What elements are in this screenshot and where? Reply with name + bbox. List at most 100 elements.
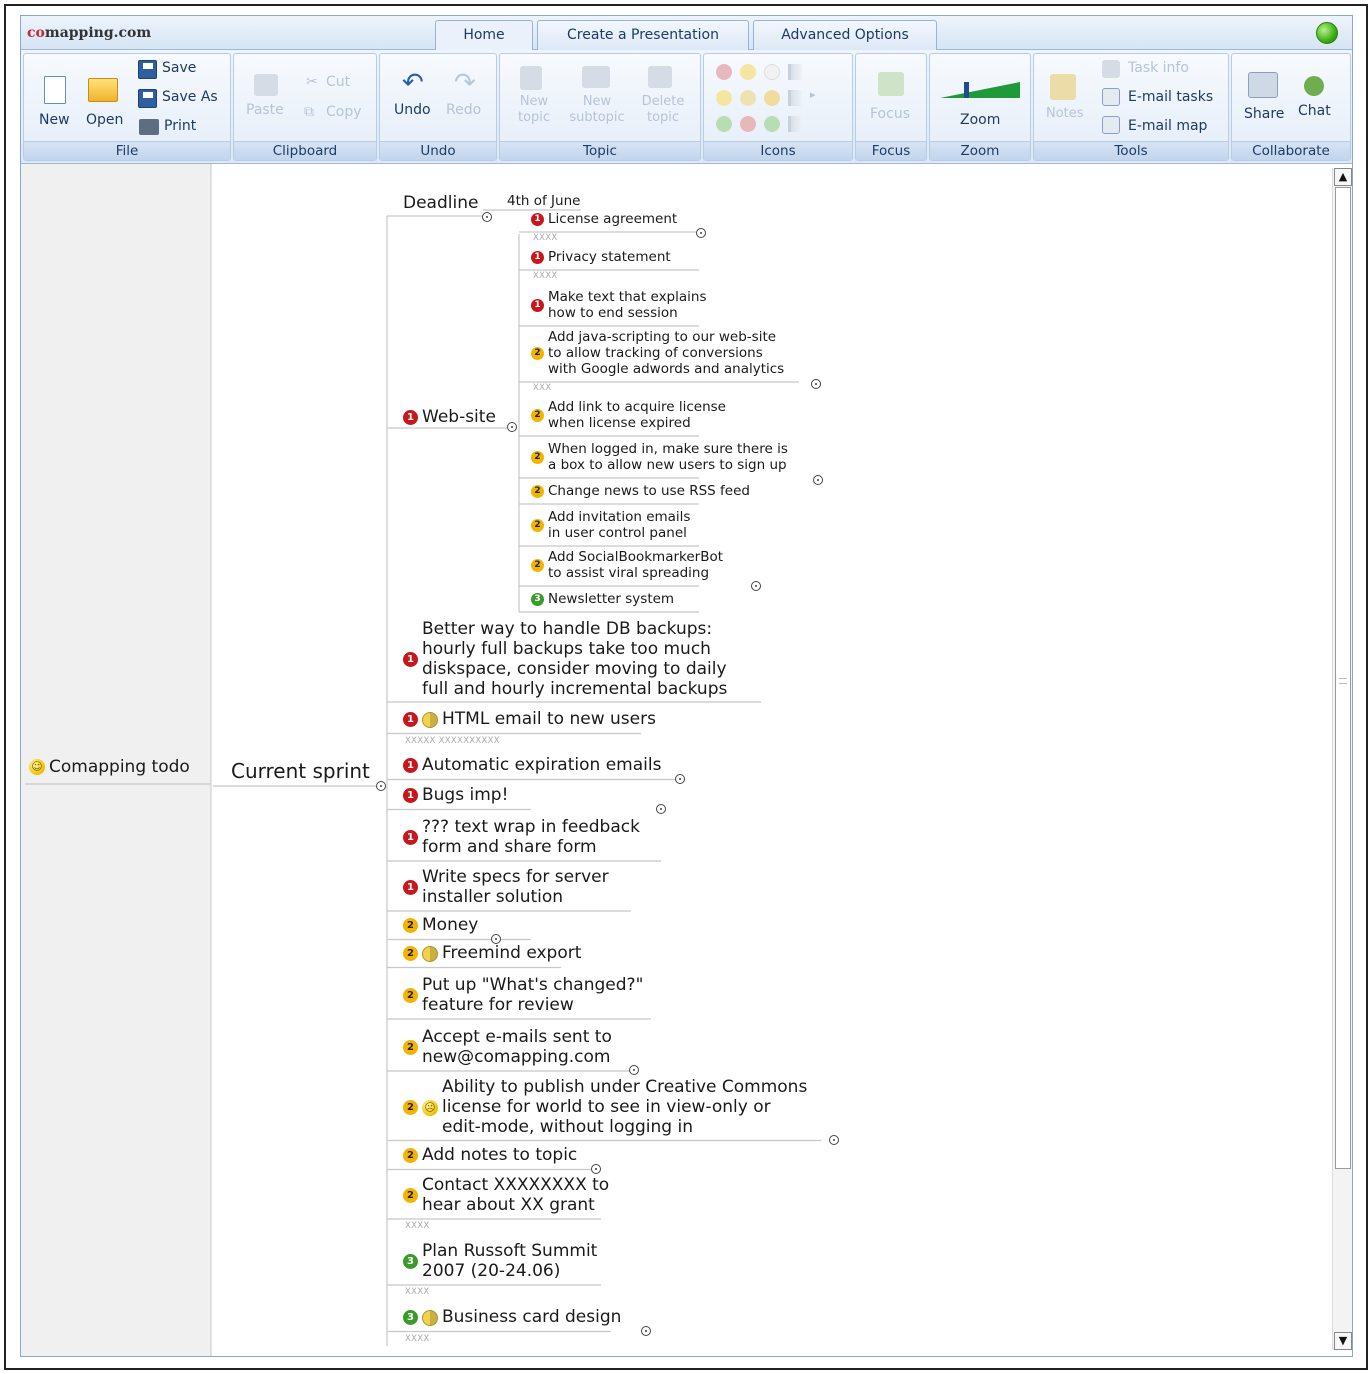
sprint-task[interactable]: 2 Money: [403, 915, 478, 937]
website-subtopic[interactable]: 3 Newsletter system: [531, 591, 674, 609]
website-subtopic[interactable]: 2 Change news to use RSS feed: [531, 483, 750, 501]
vertical-scrollbar[interactable]: ▲ ▼: [1332, 168, 1352, 1350]
expand-toggle-icon[interactable]: [813, 475, 823, 485]
expand-toggle-icon[interactable]: [829, 1134, 839, 1145]
sprint-task[interactable]: 2 ☹ Ability to publish under Creative Comm…: [403, 1077, 807, 1138]
email-map-icon[interactable]: [1102, 116, 1120, 134]
email-map-button[interactable]: E-mail map: [1128, 118, 1207, 134]
sprint-topic[interactable]: Current sprint: [231, 759, 370, 783]
expand-toggle-icon[interactable]: [675, 773, 685, 784]
priority-3-icon[interactable]: [716, 116, 732, 132]
chat-button[interactable]: Chat: [1298, 103, 1331, 119]
new-subtopic-icon[interactable]: [582, 66, 610, 88]
undo-arrow-icon[interactable]: ↶: [402, 70, 424, 96]
website-subtopic[interactable]: 1 Privacy statement: [531, 249, 671, 267]
half-circle-icon[interactable]: [764, 90, 780, 106]
redo-arrow-icon[interactable]: ↷: [454, 70, 476, 96]
sprint-task[interactable]: 2 Contact XXXXXXXX to hear about XX grant: [403, 1175, 609, 1216]
task-info-icon[interactable]: [1102, 60, 1120, 78]
scrollbar-thumb[interactable]: [1335, 187, 1351, 1169]
delete-topic-icon[interactable]: [648, 66, 672, 88]
flag-icon[interactable]: [788, 64, 802, 80]
tab-advanced-options[interactable]: Advanced Options: [753, 20, 937, 51]
print-button[interactable]: Print: [164, 118, 196, 134]
sprint-task[interactable]: 1 Write specs for server installer solutio…: [403, 867, 609, 908]
website-subtopic[interactable]: 2 When logged in, make sure there is a box…: [531, 441, 788, 474]
check-icon[interactable]: [764, 116, 780, 132]
sprint-task[interactable]: 3 Business card design: [403, 1307, 621, 1329]
undo-button[interactable]: Undo: [394, 102, 431, 118]
redo-button[interactable]: Redo: [446, 102, 481, 118]
sprint-task[interactable]: 2 Put up "What's changed?" feature for rev…: [403, 975, 643, 1016]
sprint-task[interactable]: 1 HTML email to new users: [403, 709, 656, 731]
share-icon[interactable]: [1248, 72, 1278, 98]
new-topic-icon[interactable]: [520, 66, 542, 90]
sprint-task[interactable]: 2 Add notes to topic: [403, 1145, 577, 1167]
focus-icon[interactable]: [878, 72, 904, 96]
expand-toggle-icon[interactable]: [811, 379, 821, 389]
expand-toggle-icon[interactable]: [591, 1163, 601, 1174]
smile-icon[interactable]: [740, 64, 756, 80]
new-topic-button[interactable]: New topic: [516, 94, 552, 126]
paste-button[interactable]: Paste: [246, 102, 284, 118]
scroll-up-arrow-icon[interactable]: ▲: [1334, 168, 1352, 186]
focus-button[interactable]: Focus: [870, 106, 910, 122]
tab-create-presentation[interactable]: Create a Presentation: [537, 20, 749, 51]
new-document-icon[interactable]: [44, 76, 66, 104]
sprint-task[interactable]: 2 Freemind export: [403, 943, 581, 965]
website-subtopic[interactable]: 2 Add SocialBookmarkerBot to assist viral …: [531, 549, 723, 582]
sprint-task[interactable]: 1 Better way to handle DB backups: hourly …: [403, 619, 727, 700]
website-subtopic[interactable]: 2 Add invitation emails in user control pa…: [531, 509, 690, 542]
save-disk-icon[interactable]: [138, 60, 157, 79]
email-tasks-button[interactable]: E-mail tasks: [1128, 89, 1213, 105]
sprint-task[interactable]: 1 Automatic expiration emails: [403, 755, 661, 777]
open-button[interactable]: Open: [86, 112, 123, 128]
save-button[interactable]: Save: [162, 60, 196, 76]
expand-toggle-icon[interactable]: [751, 581, 761, 591]
save-as-disk-icon[interactable]: [138, 89, 157, 108]
website-topic[interactable]: 1 Web-site: [403, 407, 496, 428]
empty-circle-icon[interactable]: [764, 64, 780, 80]
expand-toggle-icon[interactable]: [376, 781, 386, 791]
icons-more-arrow-icon[interactable]: ▸: [810, 88, 816, 101]
deadline-topic[interactable]: Deadline: [403, 193, 478, 214]
expand-toggle-icon[interactable]: [656, 803, 666, 814]
sprint-task[interactable]: 3 Plan Russoft Summit 2007 (20-24.06): [403, 1241, 597, 1282]
website-subtopic[interactable]: 1 Make text that explains how to end sessi…: [531, 289, 707, 322]
neutral-face-icon[interactable]: [740, 90, 756, 106]
delete-topic-button[interactable]: Delete topic: [636, 94, 690, 126]
root-topic[interactable]: ☺ Comapping todo: [29, 757, 190, 778]
print-icon[interactable]: [139, 119, 159, 135]
sprint-task[interactable]: 1??? text wrap in feedback form and share…: [403, 817, 640, 858]
notes-button[interactable]: Notes: [1046, 106, 1084, 121]
sprint-task[interactable]: 1 Bugs imp!: [403, 785, 508, 807]
tab-home[interactable]: Home: [435, 20, 533, 52]
task-info-button[interactable]: Task info: [1128, 60, 1189, 76]
save-as-button[interactable]: Save As: [162, 89, 218, 105]
website-subtopic[interactable]: 2 Add link to acquire license when license…: [531, 399, 726, 432]
new-subtopic-button[interactable]: New subtopic: [560, 94, 634, 126]
flag-2-icon[interactable]: [788, 90, 802, 106]
priority-2-icon[interactable]: [716, 90, 732, 106]
expand-toggle-icon[interactable]: [482, 212, 492, 222]
scroll-down-arrow-icon[interactable]: ▼: [1334, 1332, 1352, 1350]
open-folder-icon[interactable]: [88, 78, 118, 102]
copy-button[interactable]: Copy: [326, 104, 362, 120]
sprint-task[interactable]: 2 Accept e-mails sent to new@comapping.com: [403, 1027, 612, 1068]
expand-toggle-icon[interactable]: [696, 228, 706, 238]
expand-toggle-icon[interactable]: [491, 933, 501, 944]
cut-button[interactable]: Cut: [326, 74, 350, 90]
mindmap-canvas[interactable]: ☺ Comapping todo Current sprint Deadline 4th…: [21, 164, 1352, 1356]
notes-icon[interactable]: [1050, 74, 1076, 100]
chat-icon[interactable]: [1304, 76, 1324, 96]
sad-face-icon[interactable]: [740, 116, 756, 132]
website-subtopic[interactable]: 1 License agreement: [531, 211, 677, 229]
share-button[interactable]: Share: [1244, 106, 1284, 122]
email-tasks-icon[interactable]: [1102, 88, 1120, 106]
flag-3-icon[interactable]: [788, 116, 802, 132]
expand-toggle-icon[interactable]: [641, 1325, 651, 1336]
zoom-button[interactable]: Zoom: [960, 112, 1000, 128]
priority-1-icon[interactable]: [716, 64, 732, 80]
new-button[interactable]: New: [39, 112, 70, 128]
zoom-slider-icon[interactable]: [940, 80, 1022, 100]
